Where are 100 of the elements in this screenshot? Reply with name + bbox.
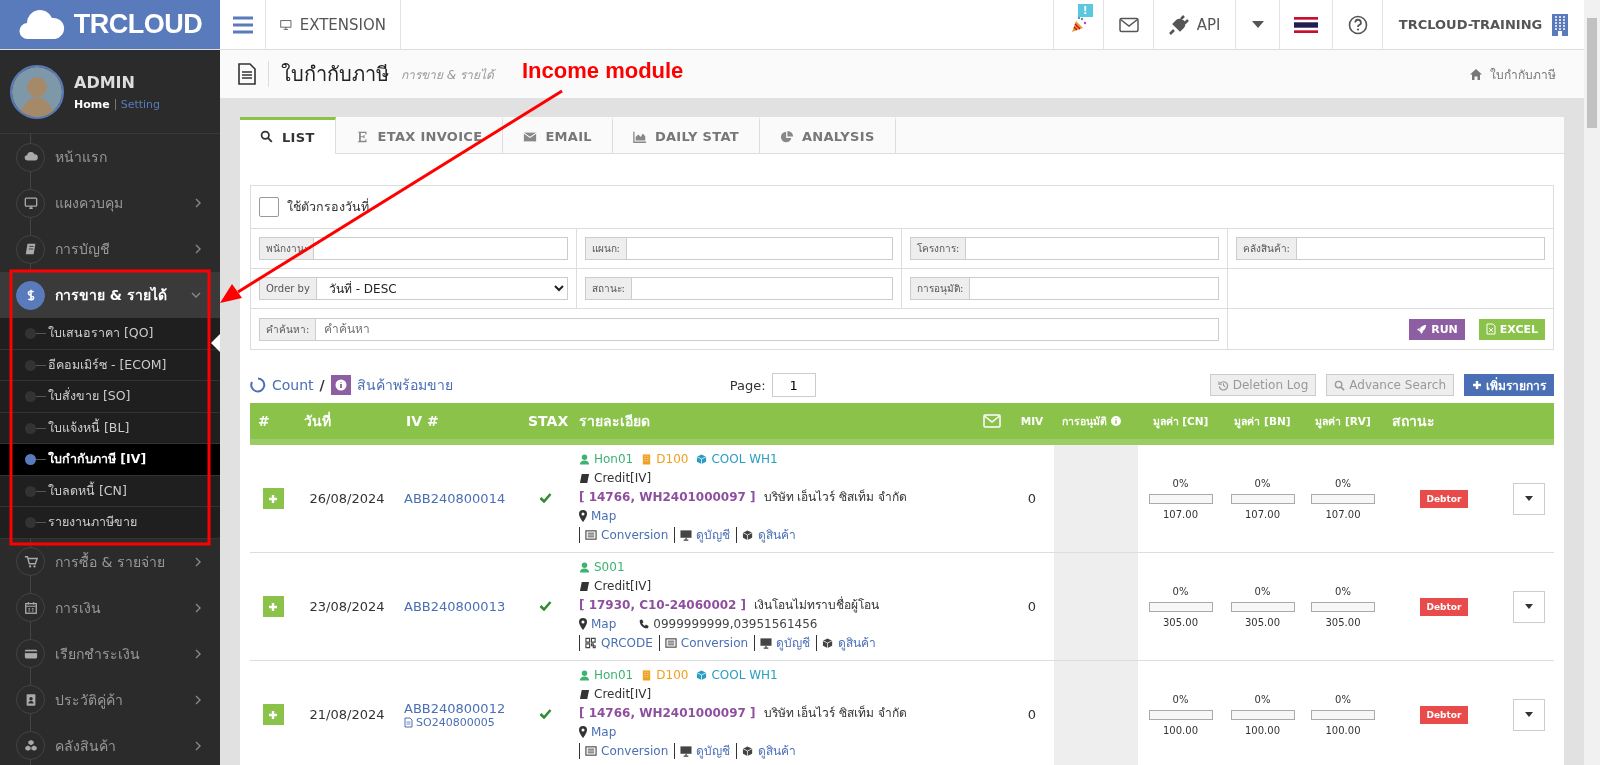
- cube-icon: [822, 637, 835, 649]
- filter-field[interactable]: [966, 237, 1219, 260]
- sidebar-item[interactable]: หน้าแรก: [0, 134, 220, 180]
- check-icon: [539, 600, 552, 611]
- conversion-link[interactable]: Conversion: [579, 743, 669, 759]
- scrollbar-thumb[interactable]: [1587, 18, 1597, 128]
- envelope-icon: [983, 414, 1001, 428]
- column-header: การอนุมัติ: [1062, 413, 1107, 430]
- expand-button[interactable]: [262, 596, 284, 617]
- conversion-link[interactable]: Conversion: [579, 527, 669, 543]
- checkbox[interactable]: [259, 197, 279, 217]
- filter-field[interactable]: [970, 277, 1219, 300]
- submenu-item[interactable]: ใบสั่งขาย [SO]: [0, 381, 220, 413]
- dropdown-button[interactable]: [1512, 698, 1545, 731]
- submenu-item[interactable]: ใบแจ้งหนี้ [BL]: [0, 412, 220, 444]
- add-button[interactable]: เพิ่มรายการ: [1464, 374, 1554, 396]
- invoice-link[interactable]: ABB240800012: [404, 700, 506, 716]
- sidebar-item[interactable]: คลังสินค้า: [0, 722, 220, 765]
- reference-link[interactable]: [ 14766, WH2401000097 ]: [579, 489, 756, 505]
- filter-field[interactable]: [1296, 237, 1545, 260]
- user-link[interactable]: Hon01: [579, 451, 634, 467]
- submenu-item[interactable]: ใบเสนอราคา [QO]: [0, 318, 220, 350]
- reference-link[interactable]: [ 14766, WH2401000097 ]: [579, 705, 756, 721]
- account-link[interactable]: ดูบัญชี: [754, 635, 811, 651]
- filter-field[interactable]: [314, 237, 568, 260]
- run-button[interactable]: RUN: [1409, 318, 1465, 340]
- chevron-icon: [190, 291, 202, 299]
- qrcode-link[interactable]: QRCODE: [579, 635, 653, 651]
- api-button[interactable]: API: [1153, 0, 1235, 49]
- order-select[interactable]: วันที่ - DESC: [316, 277, 568, 300]
- amount-text: 100.00: [1325, 724, 1361, 736]
- sidebar-item[interactable]: การซื้อ & รายจ่าย: [0, 538, 220, 585]
- user-icon: [579, 453, 590, 465]
- account-link[interactable]: ดูบัญชี: [674, 743, 731, 759]
- column-header: มูลค่า [BN]: [1234, 413, 1291, 430]
- amount-text: 305.00: [1163, 616, 1198, 628]
- breadcrumb-link[interactable]: ใบกำกับภาษี: [1490, 64, 1556, 84]
- user-link[interactable]: S001: [579, 559, 625, 575]
- boxes-icon: [23, 738, 38, 753]
- extension-button[interactable]: EXTENSION: [266, 0, 401, 49]
- field-label: คำค้นหา:: [259, 317, 317, 341]
- count-link[interactable]: Count: [272, 377, 314, 393]
- sales-order-link[interactable]: SO240800005: [404, 715, 495, 729]
- search-field[interactable]: คำค้นหา: [316, 317, 1219, 341]
- user-link[interactable]: Hon01: [579, 667, 634, 683]
- expand-button[interactable]: [262, 704, 284, 725]
- area-chart-icon: [632, 129, 647, 144]
- monitor-icon: [760, 637, 773, 649]
- warehouse-link[interactable]: COOL WH1: [696, 667, 778, 683]
- map-link[interactable]: Map: [579, 508, 617, 524]
- invoice-link[interactable]: ABB240800014: [404, 491, 506, 506]
- sidebar-item[interactable]: การบัญชี: [0, 226, 220, 272]
- sidebar-item[interactable]: การขาย & รายได้: [0, 272, 220, 318]
- search-icon: [1334, 379, 1346, 391]
- tab[interactable]: LIST: [240, 117, 336, 154]
- logo[interactable]: TRCLOUD: [0, 0, 220, 49]
- table-cell: 26/08/2024: [309, 491, 385, 506]
- submenu-item[interactable]: รายงานภาษีขาย: [0, 507, 220, 539]
- dropdown-button[interactable]: [1512, 482, 1545, 515]
- payment-term: Credit[IV]: [579, 578, 652, 594]
- filter-field[interactable]: [631, 277, 893, 300]
- account-link[interactable]: ดูบัญชี: [674, 527, 731, 543]
- column-header: IV #: [406, 413, 439, 429]
- list-icon: [664, 637, 677, 649]
- submenu-item[interactable]: ใบกำกับภาษี [IV]: [0, 444, 220, 476]
- conversion-link[interactable]: Conversion: [658, 635, 749, 651]
- page-field[interactable]: 1: [771, 373, 816, 397]
- home-link[interactable]: Home: [74, 97, 110, 111]
- page-label: Page:: [729, 377, 766, 393]
- expand-button[interactable]: [262, 488, 284, 509]
- info-icon: [1111, 416, 1121, 426]
- annotation-label: Income module: [522, 58, 684, 84]
- pin-icon: [579, 510, 587, 522]
- qr-code-icon: [585, 637, 597, 649]
- sidebar-item[interactable]: เรียกชำระเงิน: [0, 630, 220, 677]
- submenu-item[interactable]: อีคอมเมิร์ซ - [ECOM]: [0, 349, 220, 381]
- stock-link[interactable]: สินค้าพร้อมขาย: [356, 374, 453, 396]
- setting-link[interactable]: Setting: [120, 97, 161, 111]
- invoice-link[interactable]: ABB240800013: [404, 599, 506, 614]
- product-link[interactable]: ดูสินค้า: [736, 743, 797, 759]
- map-link[interactable]: Map: [579, 616, 617, 632]
- submenu-item[interactable]: ใบลดหนี้ [CN]: [0, 475, 220, 507]
- sidebar-item[interactable]: ประวัติคู่ค้า: [0, 676, 220, 723]
- sidebar-item[interactable]: แผงควบคุม: [0, 180, 220, 226]
- filter-field[interactable]: [626, 237, 893, 260]
- serif-e-icon: [355, 129, 370, 144]
- scrollbar[interactable]: [1584, 0, 1600, 765]
- checkbox-label: ใช้ตัวกรองวันที่: [287, 197, 369, 216]
- warehouse-link[interactable]: COOL WH1: [696, 451, 778, 467]
- product-link[interactable]: ดูสินค้า: [736, 527, 797, 543]
- column-header: MIV: [1020, 415, 1044, 427]
- payment-term: Credit[IV]: [579, 470, 652, 486]
- product-link[interactable]: ดูสินค้า: [816, 635, 877, 651]
- map-link[interactable]: Map: [579, 724, 617, 740]
- sidebar-item[interactable]: การเงิน: [0, 584, 220, 631]
- calendar-icon: [23, 600, 38, 615]
- chevron-icon: [194, 647, 202, 660]
- monitor-icon: [680, 745, 693, 757]
- reference-link[interactable]: [ 17930, C10-24060002 ]: [579, 597, 747, 613]
- dropdown-button[interactable]: [1512, 590, 1545, 623]
